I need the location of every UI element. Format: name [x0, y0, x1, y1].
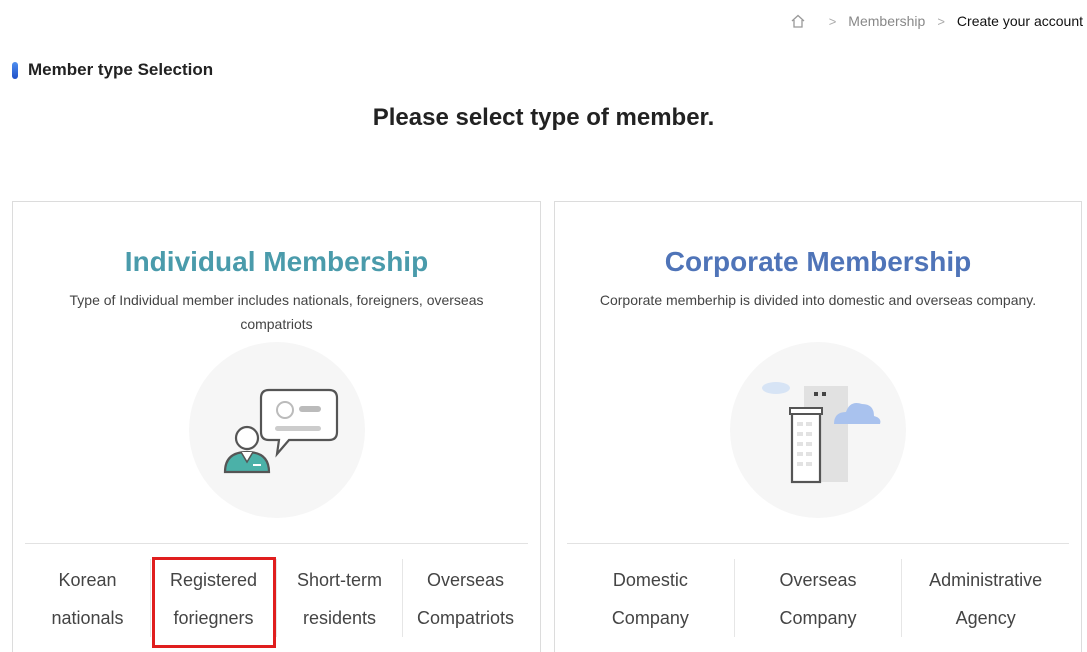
breadcrumb: > Membership > Create your account [789, 12, 1083, 30]
corporate-description: Corporate memberhip is divided into dome… [599, 292, 1037, 308]
individual-description: Type of Individual member includes natio… [69, 292, 484, 332]
breadcrumb-separator: > [828, 13, 837, 29]
breadcrumb-current: Create your account [956, 13, 1083, 29]
type-domestic-company[interactable]: Domestic Company [567, 559, 734, 637]
individual-title: Individual Membership [124, 246, 429, 277]
card-divider [25, 543, 528, 544]
type-overseas-company[interactable]: Overseas Company [733, 559, 902, 637]
type-overseas-compatriots[interactable]: Overseas Compatriots [402, 559, 528, 637]
type-administrative-agency[interactable]: Administrative Agency [901, 559, 1069, 637]
individual-type-list: Korean nationals Registered foriegners S… [25, 559, 528, 637]
building-cloud-icon [730, 342, 906, 518]
section-title-text: Member type Selection [28, 60, 214, 79]
breadcrumb-membership[interactable]: Membership [848, 13, 925, 29]
breadcrumb-separator: > [937, 13, 945, 29]
page-title: Please select type of member. [372, 104, 715, 131]
section-bar-icon [12, 61, 18, 79]
card-divider [567, 543, 1069, 544]
person-chat-icon [188, 342, 365, 518]
corporate-membership-card: Corporate Membership Corporate memberhip… [554, 201, 1082, 652]
type-registered-foreigners[interactable]: Registered foriegners [150, 559, 276, 637]
section-title: Member type Selection [12, 60, 213, 80]
type-korean-nationals[interactable]: Korean nationals [25, 559, 150, 637]
type-short-term-residents[interactable]: Short-term residents [276, 559, 402, 637]
corporate-title: Corporate Membership [664, 246, 972, 277]
home-icon[interactable] [789, 12, 807, 30]
corporate-type-list: Domestic Company Overseas Company Admini… [567, 559, 1069, 637]
individual-membership-card: Individual Membership Type of Individual… [12, 201, 541, 652]
